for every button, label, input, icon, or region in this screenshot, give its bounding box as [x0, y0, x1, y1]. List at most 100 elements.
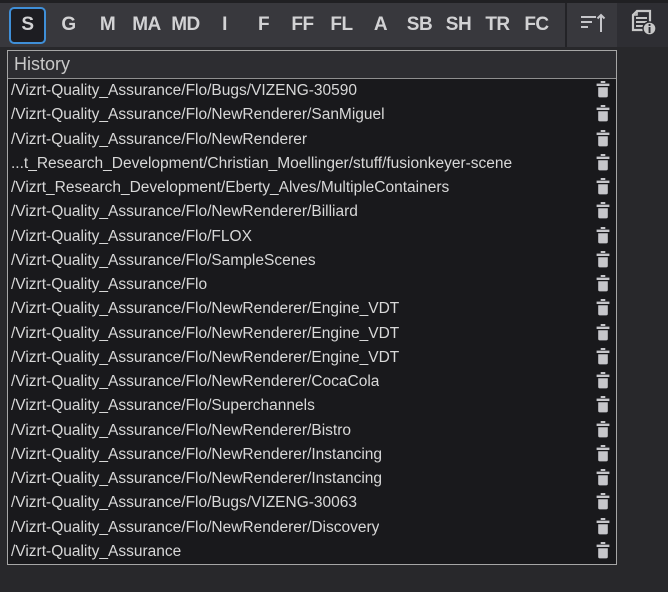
history-item-path: /Vizrt-Quality_Assurance/Flo/NewRenderer [11, 131, 307, 149]
history-panel-title: History [14, 54, 70, 75]
trash-icon [596, 324, 610, 344]
delete-history-item-button[interactable] [595, 422, 610, 439]
history-list-item[interactable]: /Vizrt-Quality_Assurance/Flo/FLOX [8, 225, 616, 249]
history-list-item[interactable]: /Vizrt-Quality_Assurance/Flo/NewRenderer… [8, 419, 616, 443]
trash-icon [596, 445, 610, 465]
delete-history-item-button[interactable] [595, 252, 610, 269]
trash-icon [596, 275, 610, 295]
history-list-item[interactable]: /Vizrt-Quality_Assurance/Flo [8, 273, 616, 297]
toolbar: SGMMAMDIFFFFLASBSHTRFC [0, 3, 668, 47]
history-item-path: /Vizrt-Quality_Assurance/Flo/NewRenderer… [11, 446, 382, 464]
history-item-path: /Vizrt_Research_Development/Eberty_Alves… [11, 179, 449, 197]
history-item-path: /Vizrt-Quality_Assurance/Flo/SampleScene… [11, 252, 316, 270]
history-list-item[interactable]: /Vizrt-Quality_Assurance/Flo/NewRenderer… [8, 200, 616, 224]
delete-history-item-button[interactable] [595, 83, 610, 100]
delete-history-item-button[interactable] [595, 374, 610, 391]
history-list-item[interactable]: /Vizrt-Quality_Assurance/Flo/NewRenderer… [8, 297, 616, 321]
trash-icon [596, 202, 610, 222]
history-item-path: /Vizrt-Quality_Assurance/Flo/NewRenderer… [11, 519, 379, 537]
history-list-item[interactable]: /Vizrt-Quality_Assurance/Flo/NewRenderer… [8, 443, 616, 467]
delete-history-item-button[interactable] [595, 471, 610, 488]
toolbar-tab-sb[interactable]: SB [400, 6, 439, 44]
history-list-item[interactable]: /Vizrt-Quality_Assurance/Flo/NewRenderer… [8, 467, 616, 491]
delete-history-item-button[interactable] [595, 301, 610, 318]
delete-history-item-button[interactable] [595, 349, 610, 366]
toolbar-tab-md[interactable]: MD [166, 6, 205, 44]
trash-icon [596, 542, 610, 562]
toolbar-right-section [617, 3, 668, 47]
history-list-item[interactable]: /Vizrt-Quality_Assurance/Flo/SampleScene… [8, 249, 616, 273]
delete-history-item-button[interactable] [595, 107, 610, 124]
trash-icon [596, 251, 610, 271]
toolbar-tab-ff[interactable]: FF [283, 6, 322, 44]
history-panel: History /Vizrt-Quality_Assurance/Flo/Bug… [7, 50, 617, 565]
toolbar-tab-sh[interactable]: SH [439, 6, 478, 44]
history-panel-header: History [8, 51, 616, 79]
history-list-item[interactable]: /Vizrt-Quality_Assurance/Flo/NewRenderer… [8, 516, 616, 540]
delete-history-item-button[interactable] [595, 446, 610, 463]
history-item-path: /Vizrt-Quality_Assurance/Flo/NewRenderer… [11, 300, 399, 318]
history-item-path: /Vizrt-Quality_Assurance/Flo/Superchanne… [11, 397, 315, 415]
trash-icon [596, 421, 610, 441]
trash-icon [596, 105, 610, 125]
toolbar-tab-fl[interactable]: FL [322, 6, 361, 44]
delete-history-item-button[interactable] [595, 277, 610, 294]
history-list-item[interactable]: /Vizrt-Quality_Assurance/Flo/Bugs/VIZENG… [8, 79, 616, 103]
history-list-item[interactable]: /Vizrt_Research_Development/Eberty_Alves… [8, 176, 616, 200]
delete-history-item-button[interactable] [595, 543, 610, 560]
toolbar-tab-ma[interactable]: MA [127, 6, 166, 44]
history-list-item[interactable]: /Vizrt-Quality_Assurance [8, 540, 616, 564]
toolbar-tab-m[interactable]: M [88, 6, 127, 44]
history-list-item[interactable]: /Vizrt-Quality_Assurance/Flo/NewRenderer… [8, 370, 616, 394]
trash-icon [596, 348, 610, 368]
toolbar-tab-fc[interactable]: FC [517, 6, 556, 44]
history-item-path: /Vizrt-Quality_Assurance/Flo [11, 276, 207, 294]
trash-icon [596, 299, 610, 319]
trash-icon [596, 396, 610, 416]
history-item-path: /Vizrt-Quality_Assurance/Flo/NewRenderer… [11, 106, 385, 124]
history-item-path: /Vizrt-Quality_Assurance [11, 543, 181, 561]
delete-history-item-button[interactable] [595, 204, 610, 221]
trash-icon [596, 154, 610, 174]
history-item-path: /Vizrt-Quality_Assurance/Flo/NewRenderer… [11, 349, 399, 367]
trash-icon [596, 178, 610, 198]
history-list-item[interactable]: /Vizrt-Quality_Assurance/Flo/NewRenderer… [8, 322, 616, 346]
toolbar-tab-s[interactable]: S [9, 7, 46, 44]
delete-history-item-button[interactable] [595, 155, 610, 172]
history-item-path: /Vizrt-Quality_Assurance/Flo/NewRenderer… [11, 422, 351, 440]
history-item-path: /Vizrt-Quality_Assurance/Flo/FLOX [11, 228, 252, 246]
history-item-path: /Vizrt-Quality_Assurance/Flo/NewRenderer… [11, 373, 379, 391]
delete-history-item-button[interactable] [595, 131, 610, 148]
history-list-item[interactable]: /Vizrt-Quality_Assurance/Flo/NewRenderer… [8, 346, 616, 370]
delete-history-item-button[interactable] [595, 495, 610, 512]
trash-icon [596, 518, 610, 538]
delete-history-item-button[interactable] [595, 180, 610, 197]
delete-history-item-button[interactable] [595, 325, 610, 342]
sort-button[interactable] [567, 3, 619, 47]
history-list-item[interactable]: /Vizrt-Quality_Assurance/Flo/Superchanne… [8, 394, 616, 418]
trash-icon [596, 469, 610, 489]
toolbar-tab-tr[interactable]: TR [478, 6, 517, 44]
history-item-path: /Vizrt-Quality_Assurance/Flo/NewRenderer… [11, 203, 358, 221]
toolbar-tabs: SGMMAMDIFFFFLASBSHTRFC [0, 6, 556, 44]
history-list-item[interactable]: /Vizrt-Quality_Assurance/Flo/NewRenderer… [8, 103, 616, 127]
history-list-item[interactable]: /Vizrt-Quality_Assurance/Flo/NewRenderer [8, 128, 616, 152]
history-item-path: ...t_Research_Development/Christian_Moel… [11, 155, 512, 173]
history-list: /Vizrt-Quality_Assurance/Flo/Bugs/VIZENG… [8, 79, 616, 564]
trash-icon [596, 227, 610, 247]
history-list-item[interactable]: /Vizrt-Quality_Assurance/Flo/Bugs/VIZENG… [8, 491, 616, 515]
delete-history-item-button[interactable] [595, 398, 610, 415]
toolbar-tab-g[interactable]: G [49, 6, 88, 44]
history-item-path: /Vizrt-Quality_Assurance/Flo/NewRenderer… [11, 325, 399, 343]
history-list-item[interactable]: ...t_Research_Development/Christian_Moel… [8, 152, 616, 176]
delete-history-item-button[interactable] [595, 519, 610, 536]
delete-history-item-button[interactable] [595, 228, 610, 245]
history-item-path: /Vizrt-Quality_Assurance/Flo/Bugs/VIZENG… [11, 82, 357, 100]
scene-info-button[interactable] [623, 3, 663, 47]
history-item-path: /Vizrt-Quality_Assurance/Flo/Bugs/VIZENG… [11, 494, 357, 512]
document-info-icon [628, 9, 658, 41]
sort-ascending-icon [580, 12, 606, 39]
toolbar-tab-i[interactable]: I [205, 6, 244, 44]
toolbar-tab-a[interactable]: A [361, 6, 400, 44]
toolbar-tab-f[interactable]: F [244, 6, 283, 44]
